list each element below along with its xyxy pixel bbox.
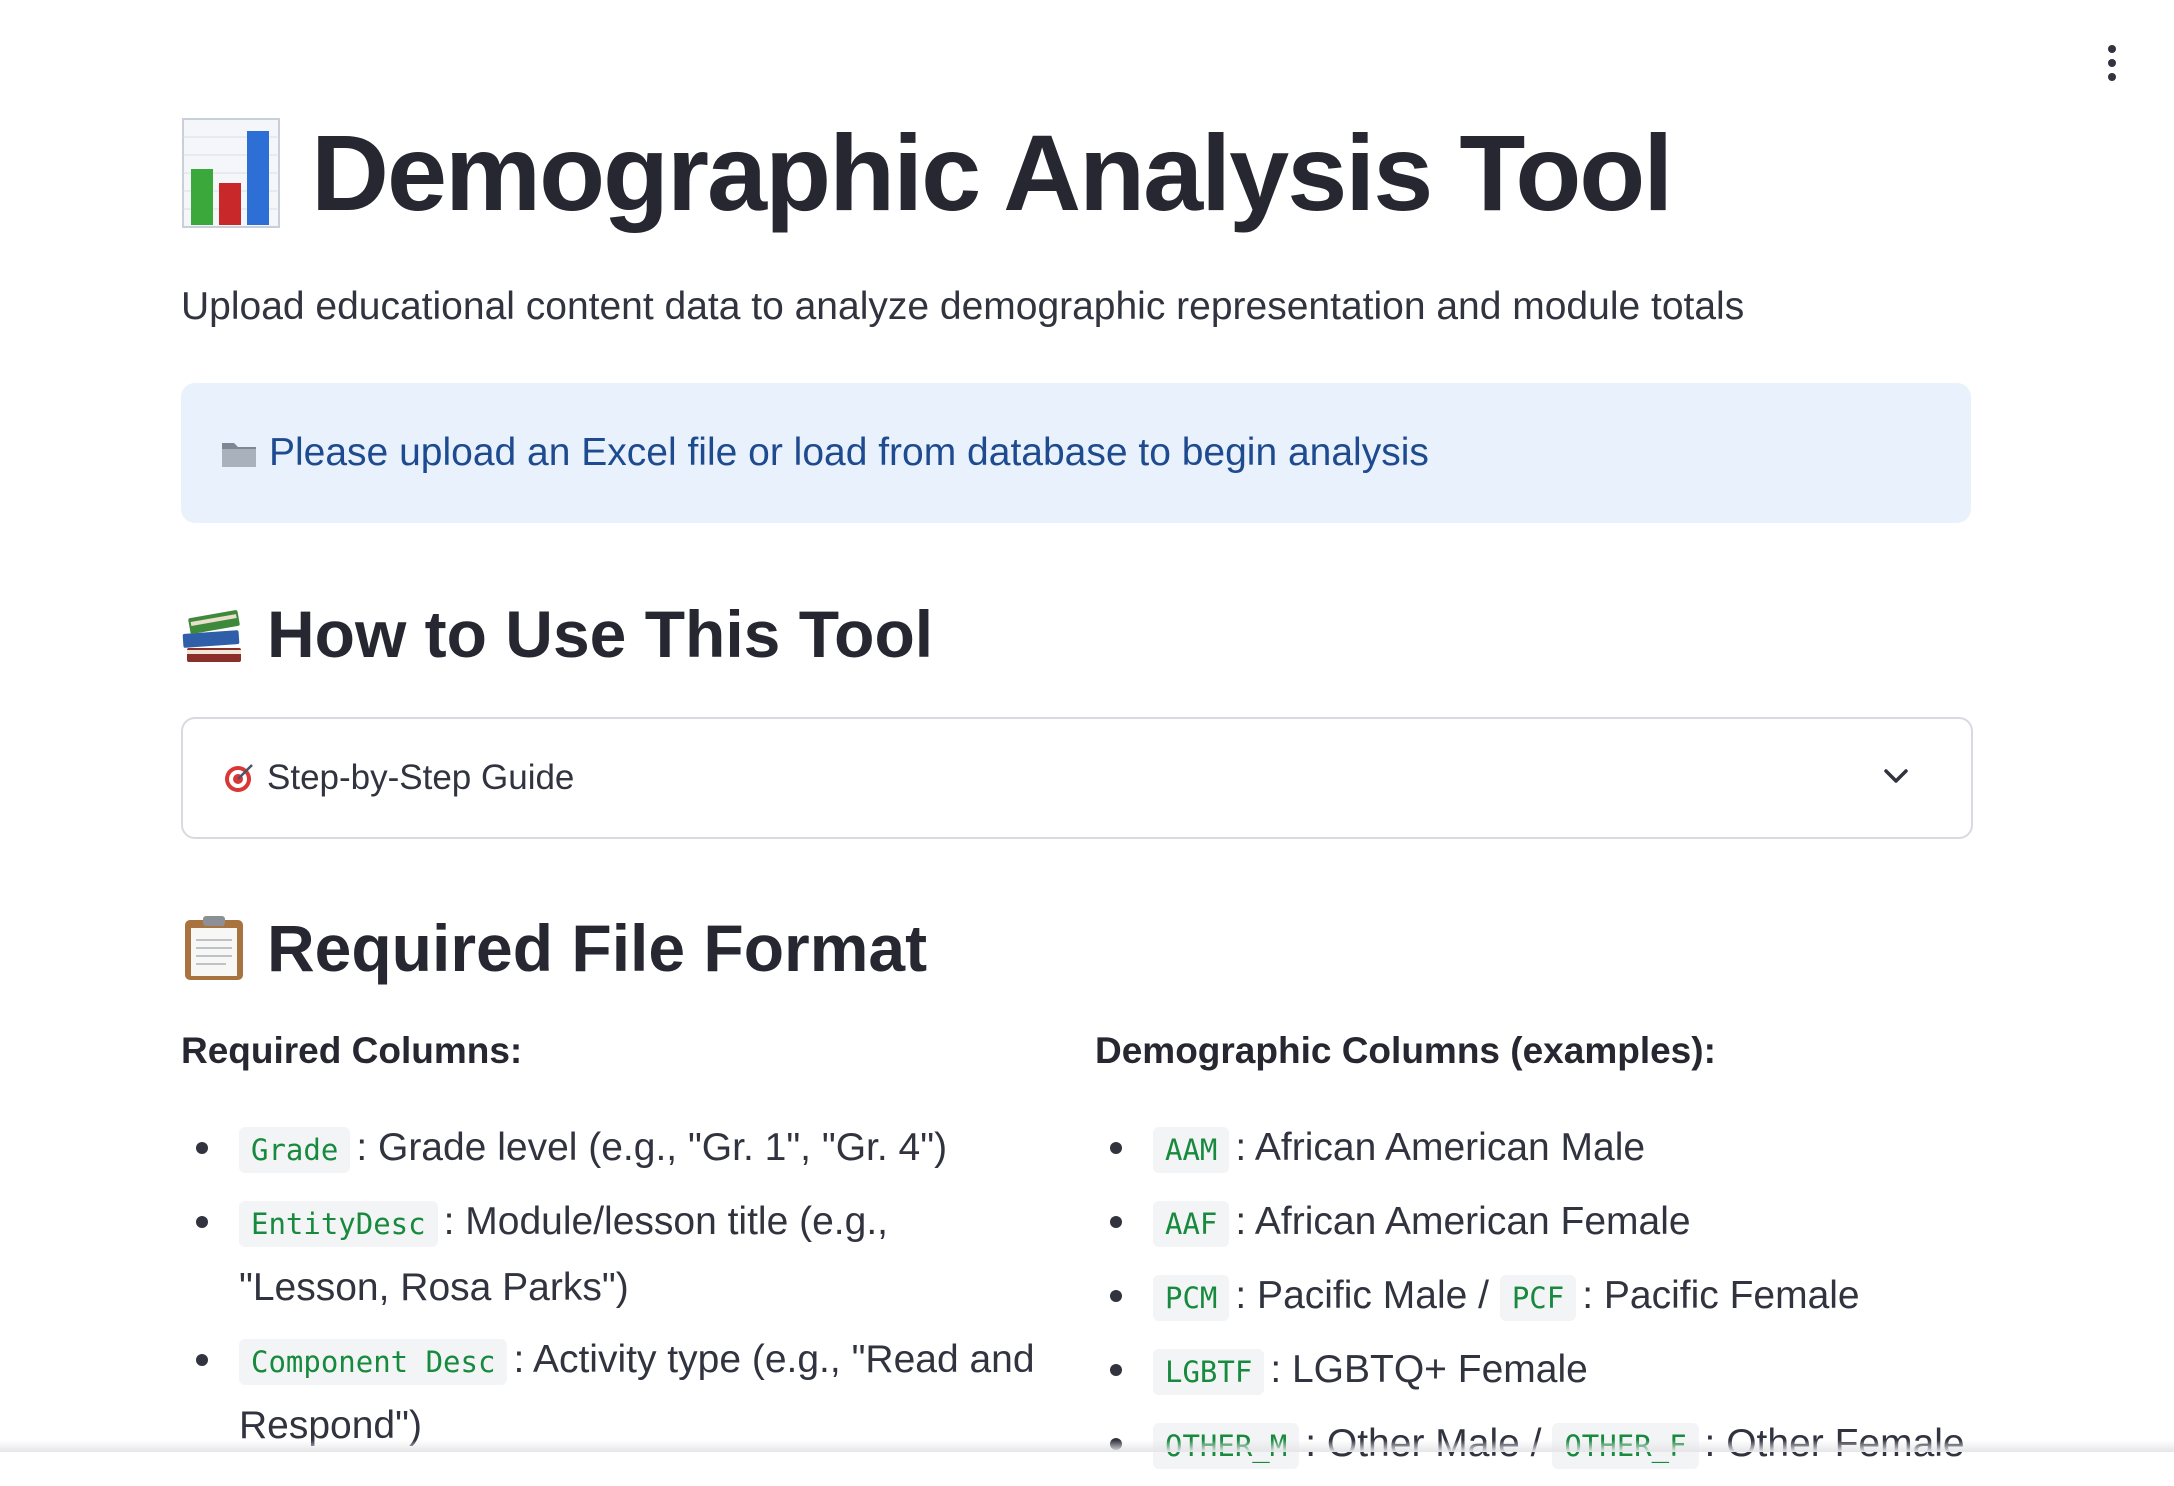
demographic-columns-section: Demographic Columns (examples): AAM: Afr… — [1095, 1030, 1975, 1486]
column-code: EntityDesc — [239, 1201, 438, 1247]
required-columns-section: Required Columns: Grade: Grade level (e.… — [181, 1030, 1041, 1466]
menu-dot — [2108, 59, 2116, 67]
section-heading-how-to: How to Use This Tool — [267, 597, 934, 671]
column-code: PCM — [1153, 1275, 1230, 1321]
list-item: Component Desc: Activity type (e.g., "Re… — [181, 1328, 1041, 1458]
page-title-row: Demographic Analysis Tool — [181, 108, 1673, 238]
demographic-columns-heading: Demographic Columns (examples): — [1095, 1030, 1716, 1071]
target-icon — [225, 764, 253, 792]
column-description: : African American Male — [1235, 1126, 1646, 1169]
list-item: AAM: African American Male — [1095, 1116, 1975, 1182]
bottom-fade — [0, 1440, 2174, 1452]
column-code: AAM — [1153, 1127, 1230, 1173]
demographic-columns-list: AAM: African American Male AAF: African … — [1095, 1116, 1975, 1478]
list-item: PCM: Pacific Male / PCF: Pacific Female — [1095, 1264, 1975, 1330]
column-code: Component Desc — [239, 1339, 508, 1385]
how-to-heading-row: How to Use This Tool — [181, 596, 933, 672]
column-code: AAF — [1153, 1201, 1230, 1247]
menu-dot — [2108, 45, 2116, 53]
list-item: Grade: Grade level (e.g., "Gr. 1", "Gr. … — [181, 1116, 1041, 1182]
column-code: PCF — [1499, 1275, 1577, 1321]
required-columns-list: Grade: Grade level (e.g., "Gr. 1", "Gr. … — [181, 1116, 1041, 1458]
list-item: EntityDesc: Module/lesson title (e.g., "… — [181, 1190, 1041, 1320]
column-code: LGBTF — [1153, 1349, 1265, 1395]
clipboard-icon — [185, 916, 243, 980]
chevron-down-icon[interactable] — [1881, 761, 1911, 791]
file-format-heading-row: Required File Format — [181, 910, 927, 986]
menu-dot — [2108, 73, 2116, 81]
column-description: : Grade level (e.g., "Gr. 1", "Gr. 4") — [356, 1126, 948, 1169]
list-item: LGBTF: LGBTQ+ Female — [1095, 1338, 1975, 1404]
column-description: : Pacific Female — [1582, 1274, 1860, 1317]
folder-icon — [222, 443, 256, 467]
info-message: Please upload an Excel file or load from… — [269, 431, 1429, 474]
info-alert: Please upload an Excel file or load from… — [181, 383, 1971, 523]
required-columns-heading: Required Columns: — [181, 1030, 523, 1071]
list-item: AAF: African American Female — [1095, 1190, 1975, 1256]
books-icon — [182, 610, 241, 662]
column-description: : Pacific Male / — [1235, 1274, 1500, 1317]
column-code: Grade — [239, 1127, 351, 1173]
page-title: Demographic Analysis Tool — [311, 112, 1673, 233]
section-heading-file-format: Required File Format — [267, 911, 928, 985]
bar-chart-icon — [182, 118, 280, 228]
column-description: : African American Female — [1235, 1200, 1691, 1243]
page-subtitle: Upload educational content data to analy… — [181, 285, 1745, 328]
step-by-step-guide-expander[interactable]: Step-by-Step Guide — [181, 717, 1973, 839]
column-description: : LGBTQ+ Female — [1270, 1348, 1588, 1391]
main-menu-button[interactable] — [2092, 40, 2132, 86]
expander-label: Step-by-Step Guide — [267, 758, 575, 797]
